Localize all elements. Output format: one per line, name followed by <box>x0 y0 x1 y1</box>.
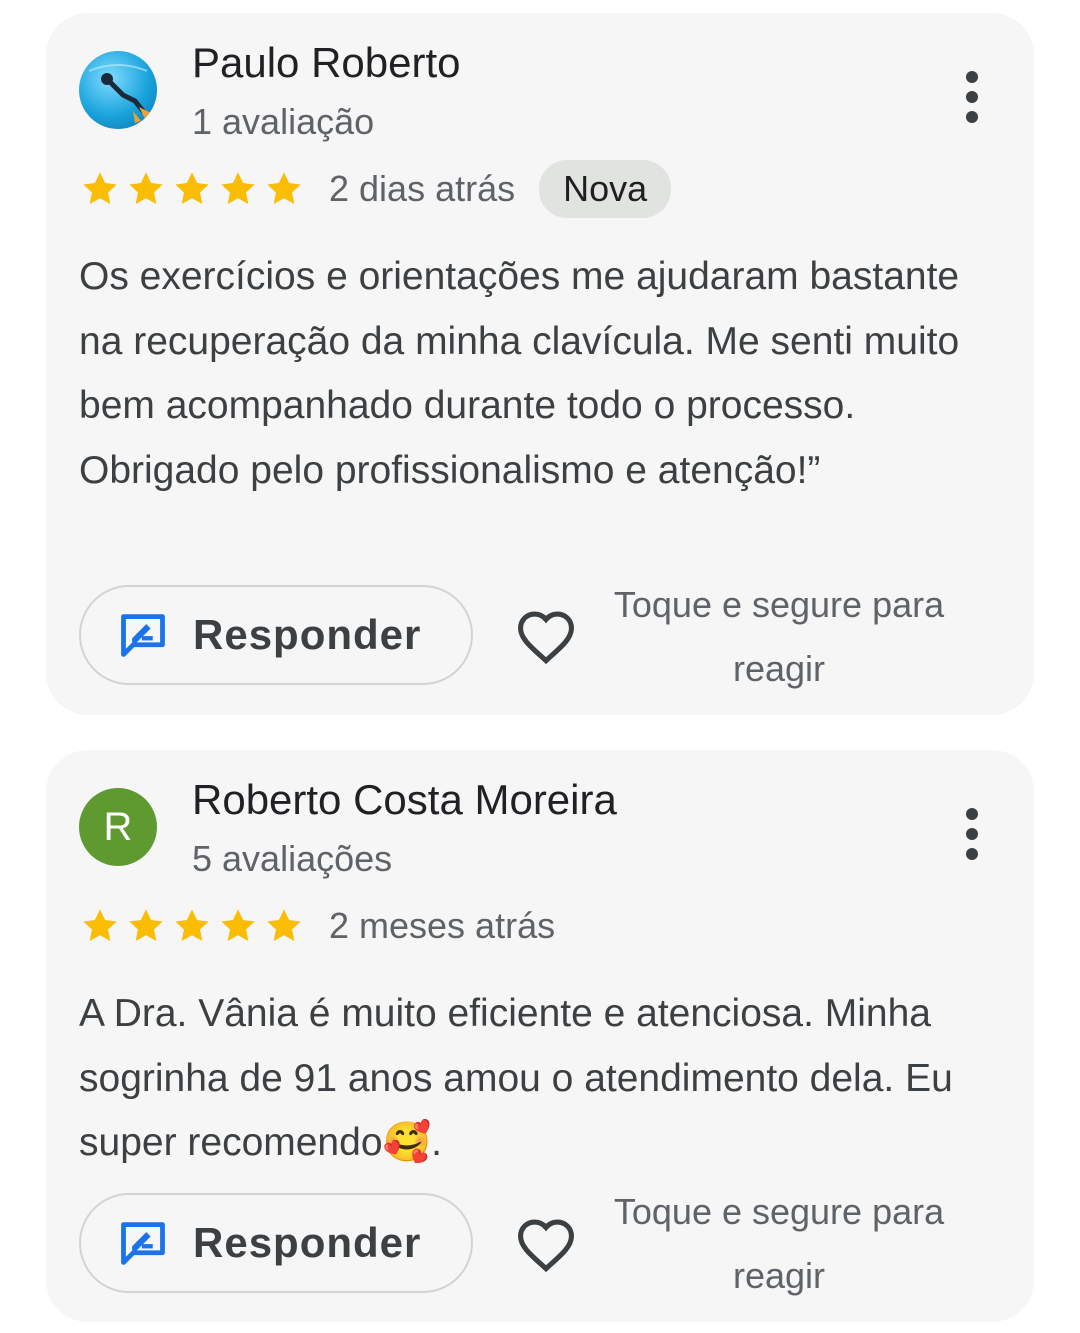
star-icon <box>129 909 163 942</box>
reviewer-review-count: 5 avaliações <box>192 838 393 879</box>
review-text: Os exercícios e orientações me ajudaram … <box>79 255 960 492</box>
reviewer-review-count: 1 avaliação <box>192 101 375 142</box>
reply-button[interactable]: Responder <box>79 1193 473 1293</box>
reviewer-avatar[interactable]: R <box>79 788 157 866</box>
more-vert-icon[interactable] <box>964 71 980 123</box>
review-time: 2 meses atrás <box>329 905 556 946</box>
reply-icon <box>121 614 165 657</box>
star-icon <box>221 172 255 205</box>
star-icon <box>83 909 117 942</box>
reply-button[interactable]: Responder <box>79 585 473 685</box>
star-icon <box>221 909 255 942</box>
review-time: 2 dias atrás <box>329 168 516 209</box>
star-icon <box>267 172 301 205</box>
reply-icon <box>121 1222 165 1265</box>
new-badge: Nova <box>539 160 672 218</box>
react-hint: Toque e segure para reagir <box>613 1191 945 1296</box>
star-icon <box>175 172 209 205</box>
react-hint: Toque e segure para reagir <box>613 584 945 689</box>
reviewer-avatar[interactable] <box>79 51 157 129</box>
heart-outline-icon[interactable] <box>515 1217 577 1273</box>
rating-row: 2 meses atrás <box>79 900 555 952</box>
heart-outline-icon[interactable] <box>515 609 577 665</box>
reviewer-name[interactable]: Paulo Roberto <box>192 39 461 87</box>
review-text: A Dra. Vânia é muito eficiente e atencio… <box>79 992 953 1164</box>
star-rating <box>79 168 305 210</box>
reviewer-name[interactable]: Roberto Costa Moreira <box>192 776 617 824</box>
diver-photo <box>88 64 151 123</box>
reply-button-label: Responder <box>193 611 422 658</box>
reply-button-label: Responder <box>193 1219 422 1266</box>
star-icon <box>83 172 117 205</box>
review-card: Paulo Roberto 1 avaliação 2 dias atrás N… <box>46 13 1034 715</box>
rating-row: 2 dias atrás Nova <box>79 160 672 218</box>
star-icon <box>175 909 209 942</box>
star-icon <box>267 909 301 942</box>
star-icon <box>129 172 163 205</box>
more-vert-icon[interactable] <box>964 808 980 860</box>
review-card: R Roberto Costa Moreira 5 avaliações 2 m… <box>46 750 1034 1322</box>
star-rating <box>79 905 305 947</box>
